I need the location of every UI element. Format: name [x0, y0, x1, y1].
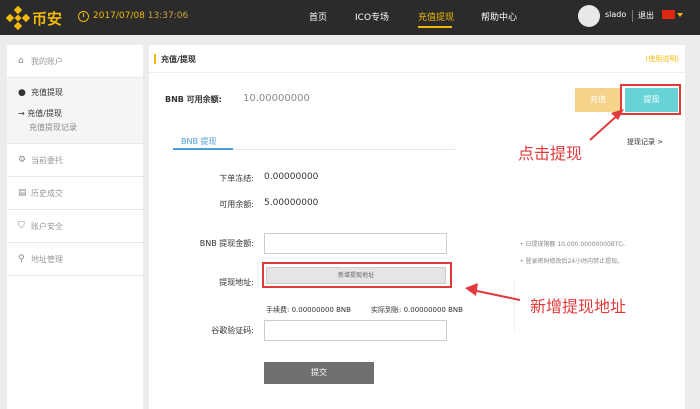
arrow-to-address-line [471, 289, 521, 301]
arrow-to-address-head [465, 283, 478, 296]
annotation-arrows [465, 109, 624, 301]
